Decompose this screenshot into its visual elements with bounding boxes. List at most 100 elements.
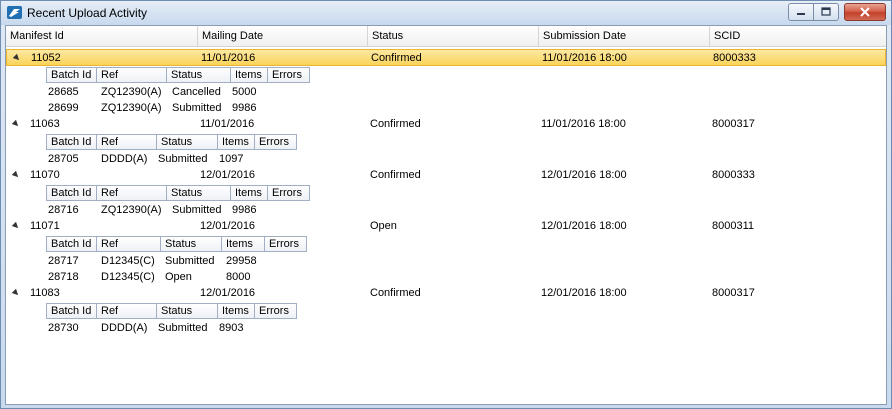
batch-items: 9986 xyxy=(232,204,257,216)
window-title: Recent Upload Activity xyxy=(27,6,148,20)
column-header-manifest-id[interactable]: Manifest Id xyxy=(6,26,198,46)
mailing-date: 12/01/2016 xyxy=(200,287,256,299)
subcolumn-items[interactable]: Items xyxy=(230,67,268,83)
manifest-status: Confirmed xyxy=(370,287,421,299)
title-bar[interactable]: Recent Upload Activity xyxy=(1,1,891,25)
manifest-status: Confirmed xyxy=(370,169,421,181)
submission-date: 11/01/2016 18:00 xyxy=(542,52,627,64)
batch-items: 8903 xyxy=(219,322,244,334)
collapse-chevron-icon[interactable] xyxy=(12,53,22,63)
manifest-row[interactable]: 11070 12/01/2016 Confirmed 12/01/2016 18… xyxy=(6,167,886,184)
batch-id: 28730 xyxy=(48,322,79,334)
batch-ref: D12345(C) xyxy=(101,271,155,283)
subcolumn-ref[interactable]: Ref xyxy=(96,134,157,150)
manifest-status: Open xyxy=(370,220,397,232)
column-header-mailing-date[interactable]: Mailing Date xyxy=(198,26,368,46)
batch-ref: D12345(C) xyxy=(101,255,155,267)
batch-status: Submitted xyxy=(165,255,215,267)
batch-status: Submitted xyxy=(158,153,208,165)
mailing-date: 11/01/2016 xyxy=(200,118,255,130)
subcolumn-batch-id[interactable]: Batch Id xyxy=(46,303,97,319)
maximize-icon xyxy=(821,7,831,16)
column-header-status[interactable]: Status xyxy=(368,26,539,46)
mailing-date: 12/01/2016 xyxy=(200,169,256,181)
subcolumn-batch-id[interactable]: Batch Id xyxy=(46,236,97,252)
batch-ref: ZQ12390(A) xyxy=(101,86,162,98)
mailing-date: 11/01/2016 xyxy=(201,52,256,64)
minimize-icon xyxy=(797,13,805,15)
batch-ref: ZQ12390(A) xyxy=(101,204,162,216)
manifest-id: 11063 xyxy=(30,118,60,130)
submission-date: 12/01/2016 18:00 xyxy=(541,287,627,299)
submission-date: 12/01/2016 18:00 xyxy=(541,169,627,181)
subcolumn-errors[interactable]: Errors xyxy=(267,185,310,201)
subcolumn-batch-id[interactable]: Batch Id xyxy=(46,67,97,83)
subcolumn-errors[interactable]: Errors xyxy=(267,67,310,83)
batch-status: Submitted xyxy=(172,102,222,114)
manifest-row[interactable]: 11071 12/01/2016 Open 12/01/2016 18:00 8… xyxy=(6,218,886,235)
batch-items: 1097 xyxy=(219,153,244,165)
subcolumn-status[interactable]: Status xyxy=(160,236,222,252)
subcolumn-batch-id[interactable]: Batch Id xyxy=(46,134,97,150)
collapse-chevron-icon[interactable] xyxy=(11,288,21,298)
batch-id: 28699 xyxy=(48,102,79,114)
subcolumn-status[interactable]: Status xyxy=(166,185,231,201)
minimize-button[interactable] xyxy=(788,3,814,21)
manifest-id: 11052 xyxy=(31,52,61,64)
manifest-status: Confirmed xyxy=(370,118,421,130)
subcolumn-batch-id[interactable]: Batch Id xyxy=(46,185,97,201)
scid: 8000311 xyxy=(712,220,755,232)
subcolumn-errors[interactable]: Errors xyxy=(264,236,307,252)
batch-ref: DDDD(A) xyxy=(101,153,148,165)
batch-id: 28685 xyxy=(48,86,79,98)
batch-items: 5000 xyxy=(232,86,257,98)
subcolumn-items[interactable]: Items xyxy=(217,134,255,150)
subcolumn-ref[interactable]: Ref xyxy=(96,67,167,83)
mailing-date: 12/01/2016 xyxy=(200,220,256,232)
upload-activity-window: Recent Upload Activity Manifest Id Maili… xyxy=(0,0,892,409)
scid: 8000317 xyxy=(712,287,755,299)
subcolumn-errors[interactable]: Errors xyxy=(254,134,297,150)
batch-status: Submitted xyxy=(158,322,208,334)
close-button[interactable] xyxy=(844,3,886,21)
subcolumn-ref[interactable]: Ref xyxy=(96,185,167,201)
subcolumn-items[interactable]: Items xyxy=(217,303,255,319)
collapse-chevron-icon[interactable] xyxy=(11,119,21,129)
batch-id: 28716 xyxy=(48,204,79,216)
subcolumn-items[interactable]: Items xyxy=(230,185,268,201)
batch-status: Open xyxy=(165,271,192,283)
subcolumn-ref[interactable]: Ref xyxy=(96,303,157,319)
batch-status: Cancelled xyxy=(172,86,221,98)
batch-id: 28705 xyxy=(48,153,79,165)
manifest-status: Confirmed xyxy=(371,52,422,64)
batch-items: 8000 xyxy=(226,271,251,283)
collapse-chevron-icon[interactable] xyxy=(11,170,21,180)
close-icon xyxy=(860,7,870,17)
subcolumn-status[interactable]: Status xyxy=(156,303,218,319)
column-header-scid[interactable]: SCID xyxy=(710,26,886,46)
subcolumn-status[interactable]: Status xyxy=(166,67,231,83)
scid: 8000333 xyxy=(713,52,756,64)
maximize-button[interactable] xyxy=(813,3,839,21)
grid-header: Manifest Id Mailing Date Status Submissi… xyxy=(6,26,886,47)
manifest-row[interactable]: 11052 11/01/2016 Confirmed 11/01/2016 18… xyxy=(6,49,886,66)
scid: 8000333 xyxy=(712,169,755,181)
collapse-chevron-icon[interactable] xyxy=(11,221,21,231)
subcolumn-items[interactable]: Items xyxy=(221,236,265,252)
manifest-id: 11083 xyxy=(30,287,60,299)
manifest-grid[interactable]: Manifest Id Mailing Date Status Submissi… xyxy=(5,25,887,405)
batch-id: 28717 xyxy=(48,255,79,267)
column-header-submission-date[interactable]: Submission Date xyxy=(539,26,710,46)
submission-date: 12/01/2016 18:00 xyxy=(541,220,627,232)
batch-items: 29958 xyxy=(226,255,257,267)
subcolumn-errors[interactable]: Errors xyxy=(254,303,297,319)
manifest-id: 11070 xyxy=(30,169,60,181)
subcolumn-ref[interactable]: Ref xyxy=(96,236,161,252)
submission-date: 11/01/2016 18:00 xyxy=(541,118,626,130)
batch-items: 9986 xyxy=(232,102,257,114)
manifest-row[interactable]: 11063 11/01/2016 Confirmed 11/01/2016 18… xyxy=(6,116,886,133)
subcolumn-status[interactable]: Status xyxy=(156,134,218,150)
app-logo-icon xyxy=(7,6,22,19)
manifest-row[interactable]: 11083 12/01/2016 Confirmed 12/01/2016 18… xyxy=(6,285,886,302)
batch-ref: DDDD(A) xyxy=(101,322,148,334)
